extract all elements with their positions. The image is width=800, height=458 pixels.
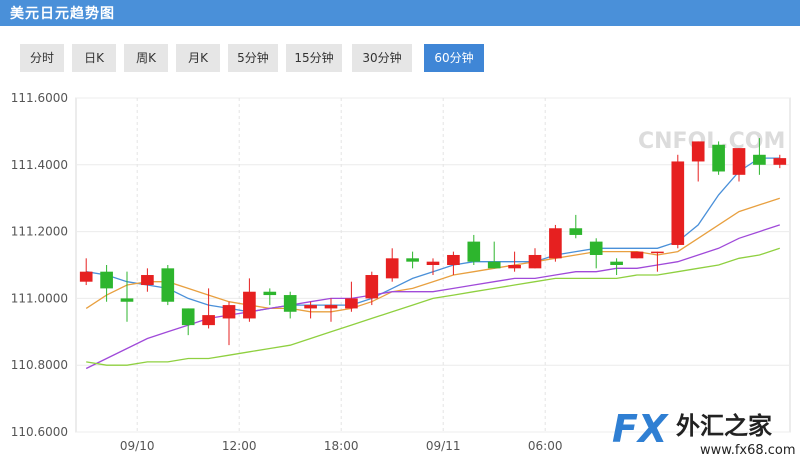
tab-monthly-k[interactable]: 月K [176, 44, 220, 72]
candle-body [202, 315, 215, 326]
watermark-text: CNFOL.COM [638, 129, 785, 154]
candle-body [79, 271, 93, 282]
candle-body [753, 154, 766, 165]
candle [141, 268, 154, 292]
candle-body [467, 241, 481, 262]
candle [712, 141, 725, 175]
candle [120, 271, 134, 322]
candle-body [528, 254, 542, 269]
candle-body [630, 251, 644, 259]
candle-body [120, 298, 134, 302]
y-tick-label: 111.2000 [11, 225, 68, 239]
candle [549, 224, 562, 262]
candle [385, 248, 399, 282]
candle [263, 288, 277, 306]
chart-header: 美元日元趋势图 [0, 0, 800, 26]
candlestick-chart: 111.6000 111.4000 111.2000 111.0000 110.8000… [11, 91, 791, 453]
tab-30min[interactable]: 30分钟 [352, 44, 412, 72]
candle-body [222, 305, 236, 319]
candle-body [181, 308, 195, 326]
candle-body [406, 258, 419, 262]
candle [202, 288, 215, 329]
candle [181, 308, 195, 336]
x-tick-label: 12:00 [222, 439, 257, 453]
x-tick-label: 09/10 [120, 439, 155, 453]
candle-body [712, 144, 725, 172]
candle [79, 258, 93, 286]
x-axis: 09/10 12:00 18:00 09/11 06:00 [120, 439, 563, 453]
candle-body [283, 295, 297, 312]
candle-body [508, 265, 521, 269]
tab-daily-k[interactable]: 日K [72, 44, 116, 72]
candle-body [345, 298, 358, 309]
candle-body [385, 258, 399, 279]
tab-weekly-k[interactable]: 周K [124, 44, 168, 72]
candle-body [671, 161, 685, 245]
candle-body [487, 261, 501, 269]
candle [467, 234, 481, 265]
y-tick-label: 111.0000 [11, 291, 68, 305]
candle [589, 238, 603, 269]
tab-timeshare[interactable]: 分时 [20, 44, 64, 72]
candle-body [589, 241, 603, 255]
logo-url-text: www.fx68.com [700, 443, 796, 458]
fx68-logo: FX 外汇之家 www.fx68.com [612, 407, 796, 458]
chart-title: 美元日元趋势图 [10, 6, 115, 22]
candle-body [447, 254, 460, 265]
y-tick-label: 111.4000 [11, 158, 68, 172]
candle [487, 241, 501, 269]
candle-body [161, 268, 175, 302]
candle [100, 265, 113, 302]
tab-5min[interactable]: 5分钟 [228, 44, 278, 72]
candle [406, 251, 419, 269]
logo-cn-text: 外汇之家 [676, 412, 772, 440]
candle-body [732, 148, 746, 175]
candle-body [243, 291, 256, 319]
candle [671, 154, 685, 249]
candle-body [263, 291, 277, 296]
tab-15min[interactable]: 15分钟 [286, 44, 342, 72]
candle-body [141, 275, 154, 286]
candle [345, 281, 358, 312]
candle [243, 278, 256, 322]
candle [528, 248, 542, 269]
y-tick-label: 111.6000 [11, 91, 68, 105]
y-tick-label: 110.6000 [11, 425, 68, 439]
candle-body [100, 271, 113, 289]
candle [161, 265, 175, 306]
candle [324, 298, 338, 322]
candle-body [426, 261, 440, 265]
moving-average-line [85, 224, 781, 370]
candle [569, 214, 583, 239]
candle [773, 154, 787, 169]
candle-body [324, 305, 338, 309]
tab-60min[interactable]: 60分钟 [424, 44, 484, 72]
candle [304, 301, 317, 319]
y-tick-label: 110.8000 [11, 358, 68, 372]
candle-body [549, 228, 562, 259]
candle-body [610, 261, 623, 265]
x-tick-label: 09/11 [426, 439, 461, 453]
y-axis: 111.6000 111.4000 111.2000 111.0000 110.8000… [11, 91, 68, 439]
candle [610, 258, 623, 276]
candle [222, 301, 236, 346]
candle-body [773, 158, 787, 165]
candle [691, 141, 705, 182]
candle-body [304, 305, 317, 309]
candle [283, 291, 297, 319]
cnfol-watermark: CNFOL.COM [638, 129, 785, 154]
x-tick-label: 18:00 [324, 439, 359, 453]
logo-fx-text: FX [612, 407, 669, 451]
candle-body [365, 275, 379, 299]
candle [447, 251, 460, 276]
candle-body [691, 141, 705, 162]
x-tick-label: 06:00 [528, 439, 563, 453]
candle-body [569, 228, 583, 235]
candles [79, 138, 787, 346]
candle-body [651, 251, 664, 254]
candle [630, 251, 644, 259]
